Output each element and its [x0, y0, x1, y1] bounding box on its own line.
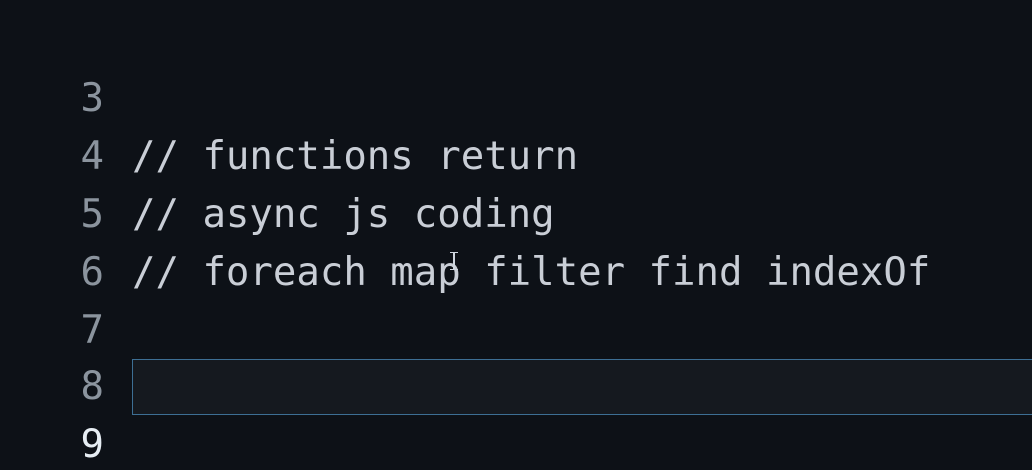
i-beam-cursor-icon: [449, 252, 459, 270]
code-line-4[interactable]: 4 // async js coding: [0, 70, 1032, 237]
line-number-active: 9: [80, 422, 104, 467]
code-line-5[interactable]: 5 // foreach map filter find indexOf: [0, 128, 1032, 295]
code-line-9[interactable]: 9: [0, 358, 1032, 467]
code-line-8[interactable]: 8: [0, 300, 1032, 409]
code-line-7[interactable]: 7 var arr = [1,2,2,3,4];: [0, 244, 1032, 411]
code-line-6[interactable]: 6: [0, 186, 1032, 295]
code-editor[interactable]: 3 // functions return 4 // async js codi…: [0, 0, 1032, 470]
code-line-3[interactable]: 3 // functions return: [0, 12, 1032, 179]
